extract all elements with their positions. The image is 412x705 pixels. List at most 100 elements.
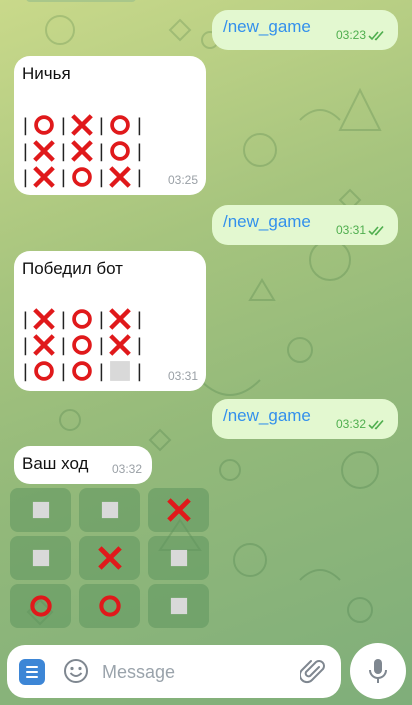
- empty-square-icon: [32, 501, 49, 519]
- board-separator: |: [20, 140, 31, 162]
- board-cell: [106, 358, 134, 384]
- double-check-icon: [368, 30, 384, 40]
- board-separator: |: [96, 360, 107, 382]
- board-separator: |: [58, 114, 69, 136]
- message-title: Ничья: [22, 64, 71, 83]
- board-cell: [106, 112, 134, 138]
- circle-icon: [72, 335, 92, 355]
- cross-icon: [71, 114, 93, 136]
- board-separator: |: [20, 334, 31, 356]
- cross-icon: [33, 308, 55, 330]
- circle-icon: [34, 115, 54, 135]
- board-separator: |: [20, 166, 31, 188]
- board-separator: |: [134, 166, 145, 188]
- cross-icon: [71, 140, 93, 162]
- incoming-message-draw[interactable]: Ничья | | | | | | | | | | | | 03:25: [14, 56, 206, 195]
- microphone-icon: [369, 659, 387, 683]
- incoming-message-your-turn[interactable]: Ваш ход 03:32: [14, 446, 152, 484]
- board-cell-button-7[interactable]: [10, 584, 71, 628]
- board-cell: [30, 306, 58, 332]
- board-separator: |: [134, 140, 145, 162]
- message-time: 03:31: [167, 369, 198, 383]
- board-separator: |: [134, 334, 145, 356]
- message-time: 03:32: [111, 462, 142, 476]
- empty-square-icon: [32, 549, 49, 567]
- board-separator: |: [58, 140, 69, 162]
- board-cell: [68, 358, 96, 384]
- board-separator: |: [96, 166, 107, 188]
- circle-icon: [72, 309, 92, 329]
- double-check-icon: [368, 419, 384, 429]
- board-cell: [30, 332, 58, 358]
- board-cell: [30, 358, 58, 384]
- board-cell: [106, 306, 134, 332]
- game-board-keyboard: [10, 488, 209, 628]
- incoming-message-bot-won[interactable]: Победил бот | | | | | | | | | | | | 03:31: [14, 251, 206, 391]
- board-separator: |: [20, 308, 31, 330]
- empty-square-icon: [101, 501, 118, 519]
- board-cell-button-8[interactable]: [79, 584, 140, 628]
- board-separator: |: [58, 308, 69, 330]
- board-cell: [68, 138, 96, 164]
- board-cell: [68, 164, 96, 190]
- board-cell-button-9[interactable]: [148, 584, 209, 628]
- paperclip-icon[interactable]: [300, 658, 326, 686]
- board-cell: [68, 112, 96, 138]
- cross-icon: [109, 308, 131, 330]
- command-link[interactable]: /new_game: [223, 17, 311, 37]
- board-separator: |: [20, 360, 31, 382]
- emoji-icon[interactable]: [62, 657, 90, 685]
- empty-square-icon: [110, 361, 130, 381]
- board-row: | | | |: [20, 332, 145, 358]
- board-cell: [30, 112, 58, 138]
- message-time: 03:32: [336, 417, 386, 431]
- board-separator: |: [96, 114, 107, 136]
- board-cell-button-2[interactable]: [79, 488, 140, 532]
- board-cell-button-4[interactable]: [10, 536, 71, 580]
- cross-icon: [33, 334, 55, 356]
- cross-icon: [97, 546, 122, 570]
- outgoing-message-new-game[interactable]: /new_game 03:31: [212, 205, 398, 245]
- board-row: | | | |: [20, 164, 145, 190]
- board-separator: |: [58, 166, 69, 188]
- board-separator: |: [96, 308, 107, 330]
- cross-icon: [109, 334, 131, 356]
- outgoing-message-new-game[interactable]: /new_game 03:32: [212, 399, 398, 439]
- board-cell-button-5[interactable]: [79, 536, 140, 580]
- circle-icon: [72, 167, 92, 187]
- board-cell: [106, 332, 134, 358]
- board-row: | | | |: [20, 112, 145, 138]
- message-input[interactable]: [102, 658, 292, 686]
- empty-square-icon: [170, 549, 187, 567]
- board-cell: [106, 138, 134, 164]
- board-cell: [30, 164, 58, 190]
- board-row: | | | |: [20, 306, 145, 332]
- board-cell: [106, 164, 134, 190]
- message-title: Победил бот: [22, 259, 123, 278]
- board-cell-button-1[interactable]: [10, 488, 71, 532]
- circle-icon: [72, 361, 92, 381]
- board-cell-button-3[interactable]: [148, 488, 209, 532]
- cross-icon: [33, 166, 55, 188]
- outgoing-message-new-game[interactable]: /new_game 03:23: [212, 10, 398, 50]
- circle-icon: [110, 115, 130, 135]
- command-link[interactable]: /new_game: [223, 406, 311, 426]
- message-time: 03:31: [336, 223, 386, 237]
- menu-icon[interactable]: [19, 659, 45, 685]
- command-link[interactable]: /new_game: [223, 212, 311, 232]
- board-cell-button-6[interactable]: [148, 536, 209, 580]
- message-title: Ваш ход: [22, 454, 89, 473]
- board-cell: [68, 306, 96, 332]
- circle-icon: [98, 595, 121, 617]
- microphone-button[interactable]: [350, 643, 406, 699]
- cross-icon: [166, 498, 191, 522]
- board-text: | | | | | | | | | | | |: [20, 112, 145, 190]
- board-text: | | | | | | | | | | | |: [20, 306, 145, 384]
- board-separator: |: [134, 114, 145, 136]
- empty-square-icon: [170, 597, 187, 615]
- board-cell: [30, 138, 58, 164]
- double-check-icon: [368, 225, 384, 235]
- previous-message-edge: [26, 0, 136, 2]
- board-separator: |: [96, 334, 107, 356]
- circle-icon: [29, 595, 52, 617]
